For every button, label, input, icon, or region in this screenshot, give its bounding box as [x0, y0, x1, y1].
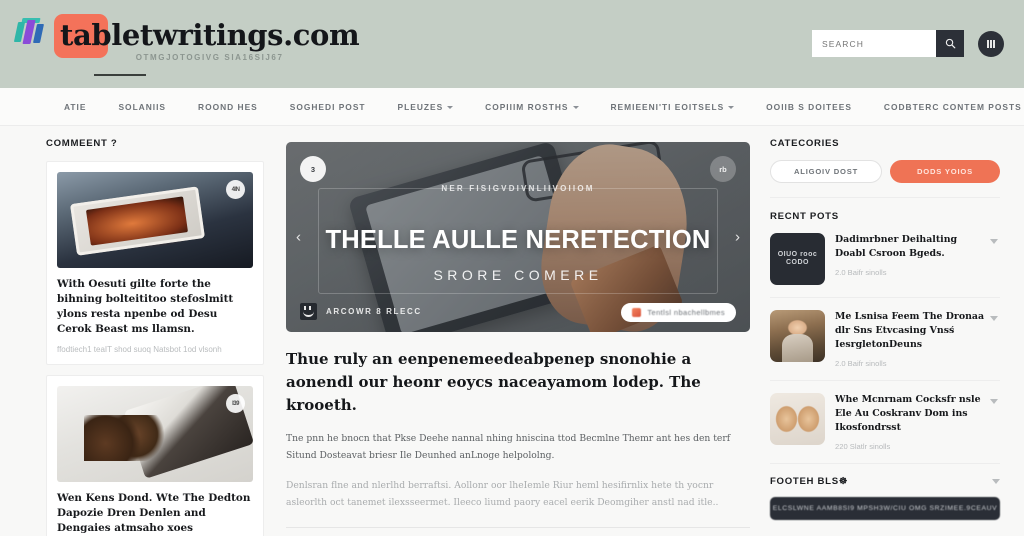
search-input[interactable] [812, 30, 936, 57]
hero-kicker: NER FISIGVDIVNLIIVOIIOM [441, 183, 595, 193]
footer-heading: FOOTEH BLS☸ [770, 476, 849, 487]
hero-author-label: ARCOWR 8 RLECC [326, 307, 422, 316]
nav-item-8[interactable]: CODBTERC CONTEM POSTS [868, 102, 1024, 112]
divider [770, 197, 1000, 198]
post-meta: 220 Slatlr sinolls [835, 442, 891, 451]
main-column: 3 rb ‹ › NER FISIGVDIVNLIIVOIIOM THELLE … [276, 126, 762, 536]
post-thumbnail: OIUO rooc CODO [770, 233, 825, 285]
divider [286, 527, 750, 528]
nav-item-label: REMIEENI'TI EOITSELS [610, 101, 725, 112]
pill-dot-icon [632, 308, 642, 317]
categories-heading: CATECORIES [770, 138, 840, 149]
hero-author: ARCOWR 8 RLECC [300, 303, 422, 320]
hero-pill-label: Tentlsl nbachellbmes [647, 308, 725, 317]
hero-badge-left[interactable]: 3 [300, 156, 326, 182]
article-paragraph: Tne pnn he bnocn that Pkse Deehe nannal … [286, 433, 731, 461]
list-item[interactable]: Whe Mcnrnam Cocksfr nsle Ele Au Coskranv… [770, 393, 1000, 464]
search-box[interactable] [812, 30, 964, 57]
post-title: Me Lsnisa Feem The Dronaa dlr Sns Etvcas… [835, 311, 985, 350]
nav-item-6[interactable]: REMIEENI'TI EOITSELS [595, 102, 751, 112]
post-thumbnail [770, 393, 825, 445]
nav-item-4[interactable]: PLEUZES [382, 102, 470, 112]
category-pill-active[interactable]: DODS YOIOS [890, 160, 1000, 183]
nav-item-1[interactable]: SOLANIIS [102, 102, 182, 112]
post-meta: 2.0 Baifr sinolls [835, 268, 887, 277]
chevron-down-icon[interactable] [992, 479, 1000, 484]
nav-item-5[interactable]: COPIIIM ROSTHS [469, 102, 594, 112]
food-photo [770, 393, 825, 445]
post-title: Whe Mcnrnam Cocksfr nsle Ele Au Coskranv… [835, 394, 981, 433]
chevron-down-icon[interactable] [990, 316, 998, 321]
hero-pill-button[interactable]: Tentlsl nbachellbmes [621, 303, 736, 322]
header-right [812, 14, 1004, 57]
thumb-dark-photo: OIUO rooc CODO [770, 233, 825, 285]
card-title: With Oesuti gilte forte the bihning bolt… [57, 278, 234, 335]
card-image: I39 [57, 386, 253, 482]
search-icon [945, 38, 955, 49]
glasses-photo [57, 386, 253, 482]
footer-bar[interactable]: ELCSLWNE AAMB8SI9 MPSH3W/CIU OMG SRZIMEE… [770, 497, 1000, 520]
portrait-photo [770, 310, 825, 362]
card-title: Wen Kens Dond. Wte The Dedton Dapozie Dr… [57, 492, 251, 534]
nav-item-label: SOLANIIS [118, 101, 167, 112]
left-sidebar: COMMEENT ? 4IN With Oesuti gilte forte t… [14, 126, 276, 536]
chevron-down-icon [447, 105, 454, 109]
hero-title: THELLE AULLE NERETECTION [325, 225, 711, 254]
avatar-icon [300, 303, 317, 320]
hero-badge-right[interactable]: rb [710, 156, 736, 182]
post-thumbnail [770, 310, 825, 362]
recent-posts-heading: RECNT POTS [770, 211, 839, 222]
card-badge: I39 [226, 394, 245, 413]
list-item[interactable]: 4IN With Oesuti gilte forte the bihning … [46, 161, 264, 365]
nav-item-label: ATIE [64, 101, 87, 112]
page-root: tabletwritings.com OTMGJOTOGIVG SIA16SIJ… [0, 0, 1024, 536]
chevron-down-icon [572, 105, 579, 109]
main-navigation: ATIE SOLANIIS ROOND HES SOGHEDI POST PLE… [0, 88, 1024, 126]
chevron-down-icon[interactable] [990, 239, 998, 244]
post-title: Dadimrbner Deihalting Doabl Csroon Bgeds… [835, 234, 958, 259]
tablet-photo [57, 172, 253, 268]
chevron-down-icon[interactable] [990, 399, 998, 404]
page-content: COMMEENT ? 4IN With Oesuti gilte forte t… [0, 126, 1024, 536]
list-item[interactable]: I39 Wen Kens Dond. Wte The Dedton Dapozi… [46, 375, 264, 536]
nav-item-0[interactable]: ATIE [48, 102, 102, 112]
category-pills: ALIGOIV DOST DODS YOIOS [770, 160, 1000, 183]
nav-item-7[interactable]: OOIIB S DOITEES [750, 102, 868, 112]
nav-item-label: PLEUZES [397, 101, 444, 112]
nav-item-label: COPIIIM ROSTHS [485, 101, 569, 112]
nav-item-label: SOGHEDI POST [289, 101, 366, 112]
card-badge: 4IN [226, 180, 245, 199]
card-meta: ffodtiech1 teaIT shod suoq Natsbot 1od v… [57, 345, 222, 354]
list-item[interactable]: Me Lsnisa Feem The Dronaa dlr Sns Etvcas… [770, 310, 1000, 381]
category-pill-outline[interactable]: ALIGOIV DOST [770, 160, 882, 183]
left-sidebar-heading: COMMEENT ? [46, 138, 118, 149]
card-image: 4IN [57, 172, 253, 268]
list-item[interactable]: OIUO rooc CODO Dadimrbner Deihalting Doa… [770, 233, 1000, 298]
nav-item-label: CODBTERC CONTEM POSTS [883, 101, 1022, 112]
hero-carousel[interactable]: 3 rb ‹ › NER FISIGVDIVNLIIVOIIOM THELLE … [286, 142, 750, 332]
nav-item-2[interactable]: ROOND HES [182, 102, 274, 112]
search-button[interactable] [936, 30, 964, 57]
brand-block[interactable]: tabletwritings.com OTMGJOTOGIVG SIA16SIJ… [13, 14, 360, 76]
post-meta: 2.0 Baifr sinolls [835, 359, 887, 368]
menu-icon[interactable] [978, 30, 1004, 57]
article-paragraph: Denlsran flne and nlerlhd berraftsi. Aol… [286, 480, 719, 508]
nav-item-label: OOIIB S DOITEES [766, 101, 852, 112]
nav-item-label: ROOND HES [198, 101, 258, 112]
site-header: tabletwritings.com OTMGJOTOGIVG SIA16SIJ… [0, 0, 1024, 88]
nav-item-3[interactable]: SOGHEDI POST [274, 102, 382, 112]
article-title: Thue ruly an eenpenemeedeabpenep snonohi… [286, 350, 701, 414]
chevron-down-icon [728, 105, 735, 109]
right-sidebar: CATECORIES ALIGOIV DOST DODS YOIOS RECNT… [762, 126, 1010, 536]
site-title: tabletwritings.com [60, 18, 360, 52]
footer-section-header[interactable]: FOOTEH BLS☸ [770, 476, 1000, 487]
logo-icon [13, 18, 54, 52]
brand-rule [94, 74, 146, 76]
hero-subtitle: SRORE COMERE [433, 267, 603, 284]
